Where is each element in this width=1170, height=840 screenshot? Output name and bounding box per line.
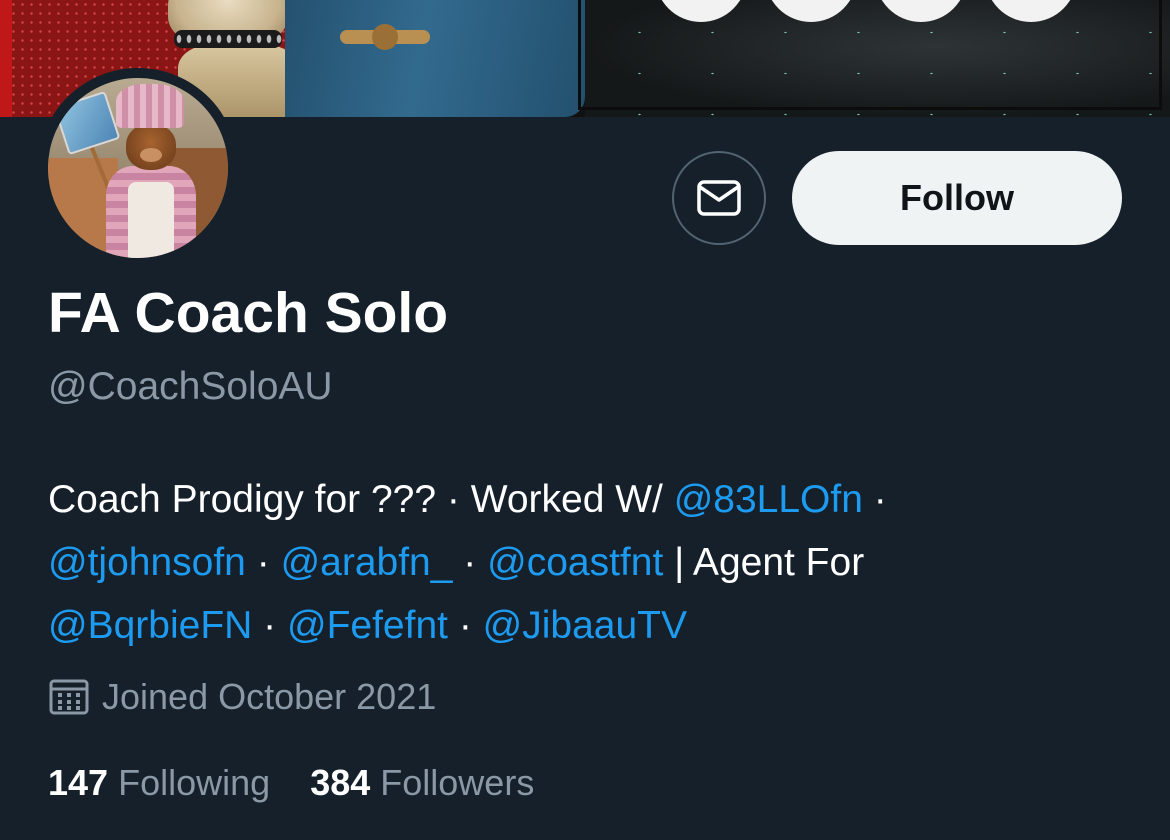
avatar[interactable]	[38, 68, 238, 268]
joined-date: Joined October 2021	[48, 676, 436, 718]
mention-link-coastfnt[interactable]: @coastfnt	[487, 541, 663, 584]
avatar-bear-snout	[140, 148, 162, 162]
followers-label: Followers	[380, 762, 535, 803]
calendar-icon	[48, 678, 90, 716]
bio-separator: ·	[245, 541, 281, 584]
bio-separator: ·	[252, 604, 287, 647]
banner-coat-knot	[372, 24, 398, 50]
joined-text: Joined October 2021	[102, 676, 437, 717]
envelope-icon	[696, 179, 742, 217]
following-count: 147	[48, 762, 109, 803]
mention-link-83llofn[interactable]: @83LLOfn	[674, 478, 863, 521]
profile-bio: Coach Prodigy for ??? · Worked W/ @83LLO…	[48, 468, 1108, 657]
banner-red-strip	[0, 0, 12, 117]
mention-link-fefefnt[interactable]: @Fefefnt	[287, 604, 448, 647]
follow-stats: 147 Following 384 Followers	[48, 762, 534, 804]
following-link[interactable]: 147 Following	[48, 762, 270, 804]
follow-button[interactable]: Follow	[792, 151, 1122, 245]
avatar-image	[48, 78, 228, 258]
mention-link-jibaautv[interactable]: @JibaauTV	[483, 604, 687, 647]
banner-blue-coat	[285, 0, 585, 117]
bio-line-3: @BqrbieFN · @Fefefnt · @JibaauTV	[48, 594, 1108, 657]
followers-count: 384	[310, 762, 371, 803]
message-button[interactable]	[672, 151, 766, 245]
following-label: Following	[118, 762, 271, 803]
banner-dog-collar	[174, 30, 282, 48]
user-handle: @CoachSoloAU	[48, 365, 333, 408]
bio-text: | Agent For	[663, 541, 865, 584]
bio-text: Coach Prodigy for ??? · Worked W/	[48, 478, 674, 521]
mention-link-bqrbiefn[interactable]: @BqrbieFN	[48, 604, 252, 647]
avatar-bear-face	[126, 124, 176, 170]
mention-link-arabfn[interactable]: @arabfn_	[281, 541, 453, 584]
bio-separator: ·	[452, 541, 488, 584]
display-name: FA Coach Solo	[48, 281, 449, 345]
followers-link[interactable]: 384 Followers	[310, 762, 534, 804]
bio-separator: ·	[447, 604, 483, 647]
bio-line-2: @tjohnsofn · @arabfn_ · @coastfnt | Agen…	[48, 531, 1108, 594]
avatar-bear-apron	[128, 182, 174, 258]
avatar-chef-hat	[116, 84, 184, 128]
bio-line-1: Coach Prodigy for ??? · Worked W/ @83LLO…	[48, 468, 1108, 531]
banner-logo-letters	[655, 0, 1077, 30]
avatar-sign	[53, 90, 121, 156]
mention-link-tjohnsofn[interactable]: @tjohnsofn	[48, 541, 246, 584]
bio-separator: ·	[862, 478, 887, 521]
